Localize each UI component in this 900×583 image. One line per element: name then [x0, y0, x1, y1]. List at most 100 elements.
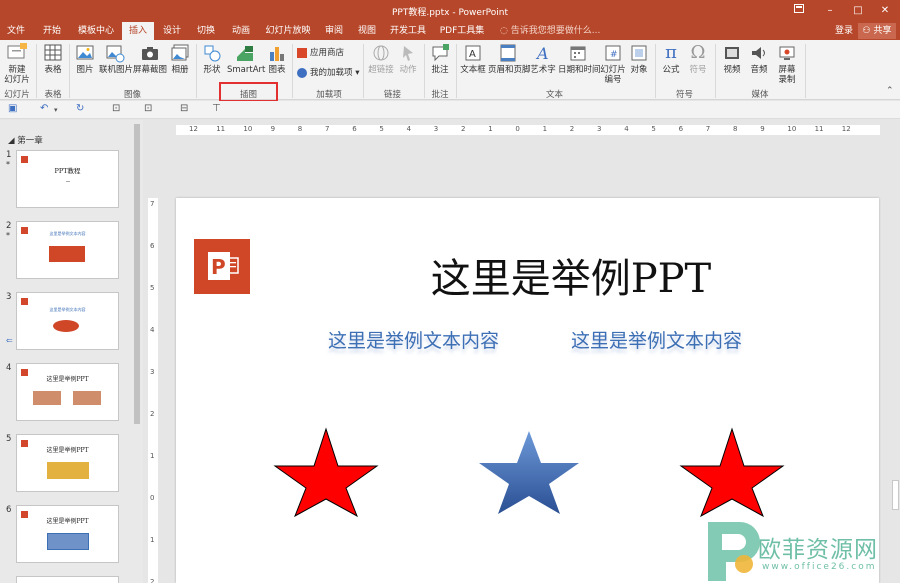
- picture-icon: [73, 43, 97, 63]
- wordart-button[interactable]: A 艺术字: [529, 43, 557, 75]
- smartart-label: SmartArt: [227, 65, 266, 75]
- shapes-button[interactable]: 形状: [199, 43, 225, 75]
- online-picture-label: 联机图片: [99, 65, 134, 75]
- slideshow-icon[interactable]: ⊡: [144, 103, 152, 114]
- title-bar: PPT教程.pptx - PowerPoint – □ ✕: [0, 0, 900, 22]
- tab-home[interactable]: 开始: [38, 22, 66, 40]
- slide-thumbnail-4[interactable]: 这里是举例PPT: [16, 363, 119, 421]
- wordart-icon: A: [529, 43, 557, 63]
- smartart-button[interactable]: SmartArt: [227, 43, 266, 75]
- undo-icon[interactable]: ↶: [40, 103, 48, 114]
- comment-button[interactable]: 批注: [428, 43, 452, 75]
- tab-pdf-tools[interactable]: PDF工具集: [436, 22, 488, 40]
- ruler-tick-label: 4: [150, 326, 155, 334]
- from-beginning-icon[interactable]: ⊡: [112, 103, 120, 114]
- tab-file[interactable]: 文件: [2, 22, 30, 40]
- store-button[interactable]: 应用商店: [297, 46, 344, 60]
- tab-review[interactable]: 审阅: [320, 22, 348, 40]
- chevron-down-icon: ▾: [352, 68, 360, 78]
- scroll-thumb[interactable]: [892, 480, 899, 510]
- ruler-tick-label: 1: [542, 125, 548, 133]
- video-button[interactable]: 视频: [719, 43, 745, 75]
- screen-record-button[interactable]: 屏幕 录制: [773, 43, 801, 85]
- maximize-button[interactable]: □: [847, 3, 869, 19]
- hyperlink-button[interactable]: 超链接: [366, 43, 396, 75]
- group-addins-label: 加载项: [316, 90, 342, 100]
- slide-number-button[interactable]: # 幻灯片 编号: [599, 43, 627, 85]
- table-button[interactable]: 表格: [40, 43, 66, 75]
- album-icon: [168, 43, 192, 63]
- slide-thumbnail-5[interactable]: 这里是举例PPT: [16, 434, 119, 492]
- customize-icon[interactable]: ⊤: [212, 103, 221, 114]
- group-symbols-label: 符号: [675, 90, 693, 100]
- addins-icon: [297, 67, 307, 78]
- save-icon[interactable]: ▣: [8, 103, 17, 114]
- star-shape-right[interactable]: [679, 427, 785, 518]
- screenshot-button[interactable]: 屏幕截图: [133, 43, 167, 75]
- header-footer-button[interactable]: 页眉和页脚: [488, 43, 531, 75]
- symbol-button[interactable]: Ω 符号: [686, 43, 710, 76]
- tab-template-center[interactable]: 模板中心: [72, 22, 120, 40]
- ribbon-separator: [363, 44, 364, 98]
- star-shape-left[interactable]: [273, 427, 379, 518]
- equation-button[interactable]: π 公式: [659, 43, 683, 76]
- slide-subtitle-left[interactable]: 这里是举例文本内容: [328, 326, 499, 353]
- powerpoint-logo: P: [194, 239, 250, 294]
- object-button[interactable]: 对象: [628, 43, 650, 75]
- slide-title[interactable]: 这里是举例PPT: [286, 246, 856, 304]
- action-button[interactable]: 动作: [397, 43, 419, 75]
- table-icon: [40, 43, 66, 63]
- share-button[interactable]: ⚇ 共享: [858, 23, 896, 39]
- section-header[interactable]: ◢ 第一章: [8, 134, 43, 146]
- star-shape-middle[interactable]: [479, 431, 579, 514]
- album-button[interactable]: 相册: [168, 43, 192, 75]
- tab-design[interactable]: 设计: [158, 22, 186, 40]
- chart-button[interactable]: 图表: [265, 43, 289, 75]
- thumb-title: 这里是举例PPT: [46, 447, 89, 454]
- slide-number-label: 幻灯片 编号: [600, 65, 626, 85]
- transition-icon[interactable]: ⇐: [6, 336, 13, 345]
- group-text-label: 文本: [545, 90, 563, 100]
- presenter-icon[interactable]: ⊟: [180, 103, 188, 114]
- slide-thumbnail-7[interactable]: [16, 576, 119, 583]
- login-link[interactable]: 登录: [835, 22, 853, 40]
- hyperlink-icon: [366, 43, 396, 63]
- tell-me-search[interactable]: ◌ 告诉我您想要做什么...: [500, 22, 600, 40]
- ruler-tick-label: 5: [150, 284, 155, 292]
- ruler-tick-label: 5: [379, 125, 384, 133]
- tab-slideshow[interactable]: 幻灯片放映: [262, 22, 314, 40]
- tab-developer[interactable]: 开发工具: [386, 22, 430, 40]
- tab-insert[interactable]: 插入: [122, 22, 154, 40]
- collapse-ribbon-icon[interactable]: ⌃: [886, 86, 894, 96]
- slide-thumbnail-6[interactable]: 这里是举例PPT: [16, 505, 119, 563]
- online-picture-button[interactable]: 联机图片: [99, 43, 134, 75]
- redo-icon[interactable]: ↻: [76, 103, 84, 114]
- my-addins-button[interactable]: 我的加载项 ▾: [297, 66, 359, 80]
- vertical-ruler[interactable]: 7 6 5 4 3 2 1 0 1 2: [143, 138, 161, 583]
- horizontal-ruler[interactable]: 12 11 10 9 8 7 6 5 4 3 2 1 0 1 2 3 4 5 6 7 8 9 10 11 12: [143, 120, 900, 138]
- picture-button[interactable]: 图片: [73, 43, 97, 75]
- tab-animations[interactable]: 动画: [226, 22, 256, 40]
- slide-thumbnail-1[interactable]: PPT教程: [16, 150, 119, 208]
- symbol-label: 符号: [689, 65, 707, 75]
- minimize-button[interactable]: –: [819, 3, 841, 19]
- tab-view[interactable]: 视图: [353, 22, 381, 40]
- ribbon-display-icon[interactable]: [788, 3, 810, 19]
- new-slide-button[interactable]: 新建 幻灯片: [2, 43, 32, 85]
- ruler-tick-label: 9: [270, 125, 276, 133]
- slide-thumbnail-3[interactable]: 这里是举例文本内容: [16, 292, 119, 350]
- scroll-thumb[interactable]: [134, 124, 140, 424]
- datetime-button[interactable]: 日期和时间: [558, 43, 601, 75]
- undo-dropdown-icon[interactable]: ▾: [54, 106, 58, 114]
- thumb-title: 这里是举例文本内容: [49, 231, 86, 236]
- editor-scrollbar[interactable]: [891, 140, 900, 583]
- ruler-tick-label: 5: [651, 125, 656, 133]
- tab-transitions[interactable]: 切换: [192, 22, 220, 40]
- audio-button[interactable]: 音频: [746, 43, 772, 75]
- slide-subtitle-right[interactable]: 这里是举例文本内容: [571, 326, 742, 353]
- close-button[interactable]: ✕: [874, 3, 896, 19]
- action-icon: [397, 43, 419, 63]
- thumbnail-scrollbar[interactable]: [131, 120, 143, 583]
- slide-thumbnail-2[interactable]: 这里是举例文本内容: [16, 221, 119, 279]
- textbox-button[interactable]: A 文本框: [459, 43, 487, 75]
